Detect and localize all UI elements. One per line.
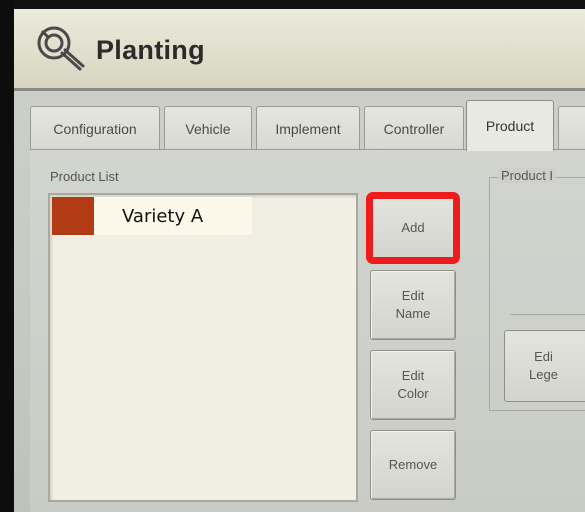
product-color-swatch [52,197,94,235]
tab-implement[interactable]: Implement [256,106,360,150]
list-item[interactable]: Variety A [52,197,252,235]
planting-screen: Planting Configuration Vehicle Implement… [0,0,585,512]
tab-configuration[interactable]: Configuration [30,106,160,150]
tab-bar: Configuration Vehicle Implement Controll… [30,100,585,151]
tab-controller[interactable]: Controller [364,106,464,150]
wrench-gear-icon [37,26,85,71]
monitor-bezel-left [0,0,14,512]
tab-overflow[interactable] [558,106,585,150]
product-info-divider [510,314,585,315]
add-button[interactable]: Add [366,192,460,264]
product-name: Variety A [122,205,204,227]
tab-product[interactable]: Product [466,100,554,151]
remove-button[interactable]: Remove [370,430,456,500]
edit-color-button[interactable]: Edit Color [370,350,456,420]
edit-name-button[interactable]: Edit Name [370,270,456,340]
product-info-title: Product I [498,168,557,183]
product-list[interactable]: Variety A [48,193,358,502]
page-title: Planting [96,35,205,65]
product-list-label: Product List [50,169,119,184]
edit-legend-button[interactable]: Edi Lege [504,330,585,402]
title-bar: Planting [14,9,585,91]
tab-vehicle[interactable]: Vehicle [164,106,252,150]
monitor-bezel-top [0,0,585,9]
